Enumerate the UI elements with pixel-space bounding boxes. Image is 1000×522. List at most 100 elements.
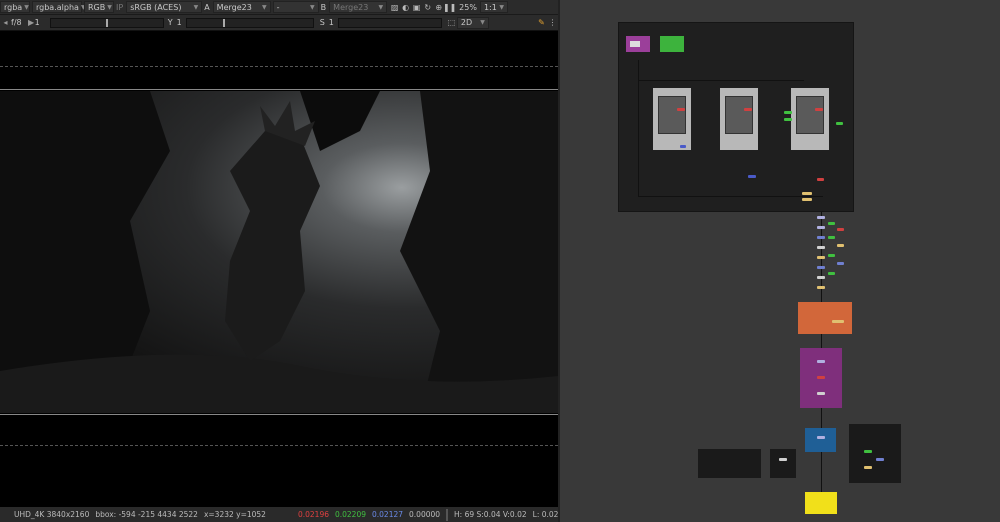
prev-arrow-icon[interactable]: ◂ [0,17,11,28]
pipe-dot [784,111,792,114]
chevron-down-icon: ▼ [480,19,485,26]
pixel-red-value: 0.02196 [297,510,329,519]
chevron-down-icon: ▼ [193,3,199,11]
yellow-output-node[interactable] [805,492,837,514]
chevron-down-icon: ▼ [107,3,112,11]
chevron-down-icon: ▼ [499,3,504,11]
compare-mode-dropdown[interactable]: - ▼ [272,1,319,13]
play-arrow-icon[interactable]: ▶ [28,17,35,28]
dark-small-node[interactable] [770,449,796,478]
blue-node[interactable] [805,428,836,452]
node-chip [817,436,825,439]
y-value[interactable]: 1 [177,18,182,27]
pipe-dot [744,108,752,111]
dark-group-node[interactable] [849,424,901,483]
viewer-panel: rgba▼ rgba.alpha▼ RGB▼ IP sRGB (ACES)▼ A… [0,0,573,522]
channels-label: rgba [4,2,23,12]
group-node-c-inner [796,96,824,134]
pipe-dot [680,145,686,148]
side-node-stack[interactable] [828,222,852,282]
fstop-value[interactable]: f/8 [11,18,22,27]
gamma-slider[interactable] [185,17,314,28]
channels-dropdown[interactable]: rgba ▼ [0,1,30,13]
node-chip [817,236,825,239]
hatch-icon[interactable]: ▨ [389,2,400,13]
pipe [638,80,804,81]
s-label: S [319,18,325,27]
format-info: UHD_4K 3840x2160 [14,510,90,519]
viewer-toolbar-bottom: ◂ f/8 ▶ 1 Y 1 S 1 ⬚ 2D ▼ ✎ ⋮ [0,15,558,31]
pipe [638,196,823,197]
more-menu-icon[interactable]: ⋮ [547,17,558,28]
node-chip [864,466,872,469]
saturation-slider[interactable] [337,17,442,28]
b-input-label: B [320,2,327,12]
chevron-down-icon: ▼ [378,3,384,11]
channel-alpha-dropdown[interactable]: rgba.alpha▼ [32,1,86,13]
pixel-green-value: 0.02209 [334,510,366,519]
node-thumbnail [630,41,640,47]
viewer-toolbar-top: rgba▼ rgba.alpha▼ RGB▼ IP sRGB (ACES)▼ A… [0,0,558,15]
refresh-icon[interactable]: ↻ [422,2,433,13]
node-graph[interactable] [560,0,1000,522]
lut-dropdown[interactable]: sRGB (ACES) ▼ [126,1,203,13]
a-input-value: Merge23 [216,2,252,12]
gamma-slider-knob[interactable] [222,18,225,27]
read-node-green[interactable] [660,36,684,52]
ratio-dropdown[interactable]: 1:1 ▼ [479,1,508,13]
pipe-dot [677,108,685,111]
node-stack[interactable] [817,216,825,306]
safe-area-guide-top [0,66,558,67]
frame-value[interactable]: 1 [35,18,40,27]
bbox-info: bbox: -594 -215 4434 2522 [95,510,198,519]
node-chip [817,286,825,289]
node-chip [817,266,825,269]
pipe [638,60,639,197]
gain-slider-knob[interactable] [105,18,108,27]
node-chip [817,360,825,363]
pause-icon[interactable]: ❚❚ [443,2,456,13]
colorspace-mode-dropdown[interactable]: RGB ▼ [84,1,114,13]
chevron-down-icon: ▼ [24,3,29,11]
pipe-dot [836,122,843,125]
node-chip [817,276,825,279]
s-value[interactable]: 1 [329,18,334,27]
zoom-value[interactable]: 25% [459,3,477,12]
ip-toggle[interactable]: IP [116,3,123,12]
node-chip [828,236,835,239]
color-swatch [446,508,449,521]
roi-icon[interactable]: ▣ [411,2,422,13]
pipe-dot [815,108,823,111]
view-mode-dropdown[interactable]: 2D ▼ [456,16,489,29]
region-icon[interactable]: ⬚ [446,17,457,28]
channel-alpha-label: rgba.alpha [36,2,79,12]
viewer-info-bar: UHD_4K 3840x2160 bbox: -594 -215 4434 25… [0,507,573,522]
node-chip [817,392,825,395]
chevron-down-icon: ▼ [310,3,315,11]
b-input-dropdown[interactable]: Merge23 ▼ [329,1,388,13]
pencil-icon[interactable]: ✎ [536,17,547,28]
ratio-value: 1:1 [483,2,497,12]
chevron-down-icon: ▼ [262,3,267,11]
gain-slider[interactable] [49,17,164,28]
compare-mode-value: - [276,2,280,12]
pixel-alpha-value: 0.00000 [409,510,441,519]
pipe-dot [802,198,812,201]
pipe-dot [784,118,792,121]
a-input-label: A [204,2,210,12]
pipe-dot [817,178,824,181]
adjust-icon[interactable]: ◐ [400,2,411,13]
node-chip [779,458,787,461]
dragon-cave-image [0,91,558,413]
node-chip [817,376,825,379]
node-chip [817,256,825,259]
dark-backdrop-node[interactable] [698,449,761,478]
safe-area-guide-bottom [0,445,558,446]
pipe-dot [748,175,756,178]
a-input-dropdown[interactable]: Merge23 ▼ [212,1,271,13]
viewer-canvas[interactable] [0,31,558,507]
orange-node[interactable] [798,302,852,334]
node-chip [828,254,835,257]
group-node-b-inner [725,96,753,134]
format-guide-top [0,89,558,90]
